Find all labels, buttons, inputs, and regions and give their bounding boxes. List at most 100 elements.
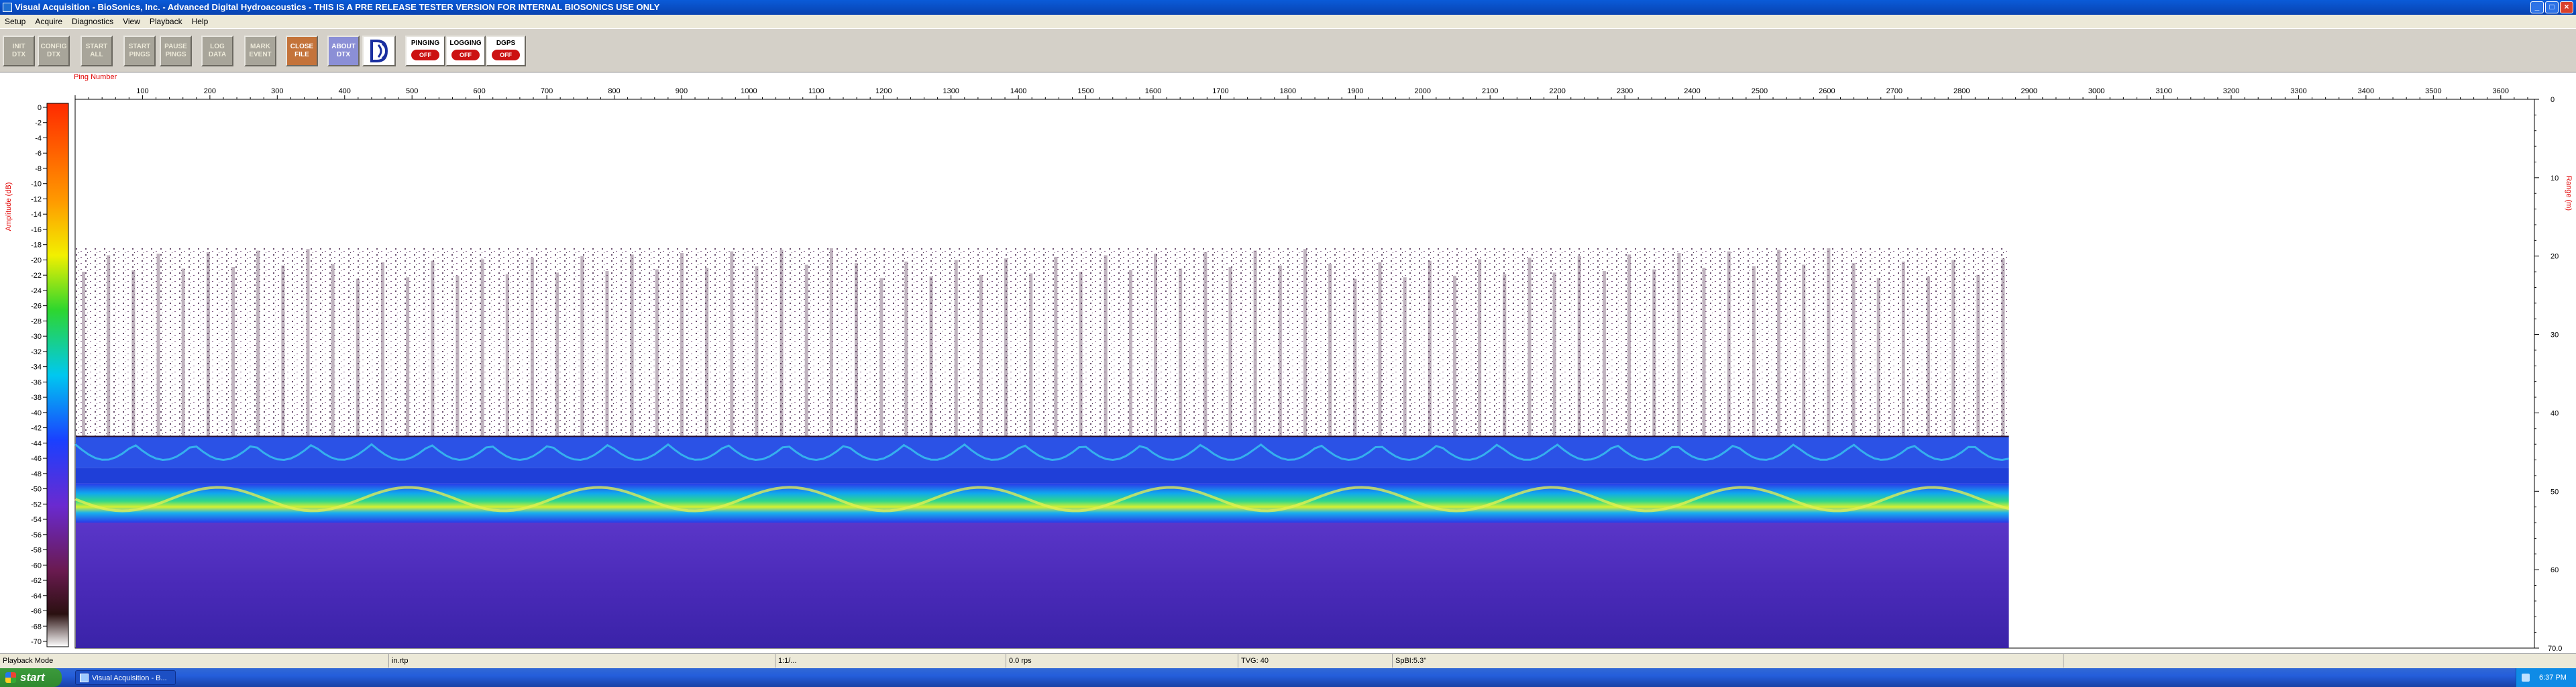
noise-streak xyxy=(1752,266,1756,437)
menu-playback[interactable]: Playback xyxy=(145,15,187,28)
menu-setup[interactable]: Setup xyxy=(0,15,30,28)
init-dtx-button[interactable]: INIT DTX xyxy=(3,36,35,66)
menu-view[interactable]: View xyxy=(118,15,145,28)
colorbar-tick-label: -2 xyxy=(35,119,42,127)
ping-tick-label: 2000 xyxy=(1415,87,1431,95)
noise-streak xyxy=(1627,254,1631,437)
menu-help[interactable]: Help xyxy=(187,15,213,28)
log-data-button[interactable]: LOG DATA xyxy=(201,36,233,66)
noise-streak xyxy=(929,276,933,437)
noise-streak xyxy=(1328,264,1332,437)
colorbar-tick-label: -30 xyxy=(31,333,42,341)
colorbar-tick-label: -52 xyxy=(31,500,42,509)
mark-event-button[interactable]: MARK EVENT xyxy=(244,36,276,66)
noise-streak xyxy=(131,270,136,437)
colorbar-tick-label: -22 xyxy=(31,272,42,280)
pinging-state: OFF xyxy=(411,50,439,60)
range-tick-label: 50 xyxy=(2551,488,2559,496)
status-tvg: TVG: 40 xyxy=(1238,654,1393,668)
deep-band xyxy=(76,523,2009,648)
x-axis-title: Ping Number xyxy=(74,73,117,81)
start-all-button[interactable]: START ALL xyxy=(80,36,113,66)
noise-streak xyxy=(1503,274,1507,437)
ping-tick-label: 1200 xyxy=(875,87,892,95)
noise-streak xyxy=(1851,263,1856,437)
mid-echo-band xyxy=(76,468,2009,484)
ping-tick-label: 200 xyxy=(204,87,216,95)
range-tick-label: 0 xyxy=(2551,96,2555,104)
ping-tick-label: 300 xyxy=(271,87,283,95)
noise-streak xyxy=(306,249,310,437)
config-dtx-button[interactable]: CONFIG DTX xyxy=(38,36,70,66)
dgps-label: DGPS xyxy=(496,40,516,47)
ping-tick-label: 400 xyxy=(339,87,351,95)
amplitude-colorbar xyxy=(46,103,69,647)
colorbar-tick-label: -16 xyxy=(31,226,42,234)
ping-tick-label: 3200 xyxy=(2223,87,2239,95)
colorbar-tick-label: -70 xyxy=(31,638,42,646)
pinging-indicator: PINGING OFF xyxy=(405,36,445,66)
close-window-button[interactable]: × xyxy=(2560,1,2573,13)
ping-tick-label: 700 xyxy=(541,87,553,95)
colorbar-tick-label: -66 xyxy=(31,608,42,616)
dgps-indicator: DGPS OFF xyxy=(486,36,526,66)
noise-streak xyxy=(331,264,335,437)
noise-streak xyxy=(82,272,86,437)
ping-tick-label: 2300 xyxy=(1617,87,1633,95)
noise-streak xyxy=(1428,260,1432,437)
colorbar-tick-label: -60 xyxy=(31,562,42,570)
noise-streak xyxy=(380,262,384,437)
noise-streak xyxy=(1403,277,1407,437)
colorbar-tick-label: -68 xyxy=(31,623,42,631)
maximize-button[interactable]: □ xyxy=(2545,1,2559,13)
start-pings-button[interactable]: START PINGS xyxy=(123,36,156,66)
noise-streak xyxy=(1602,270,1606,437)
ping-tick-label: 1600 xyxy=(1145,87,1161,95)
colorbar-tick-label: -62 xyxy=(31,577,42,585)
menu-acquire[interactable]: Acquire xyxy=(30,15,67,28)
noise-streak xyxy=(1253,250,1257,437)
noise-streak xyxy=(1303,249,1307,437)
ping-tick-label: 2700 xyxy=(1886,87,1902,95)
menu-diagnostics[interactable]: Diagnostics xyxy=(67,15,118,28)
noise-streak xyxy=(954,260,958,437)
noise-streak xyxy=(580,256,584,437)
ping-tick-label: 2500 xyxy=(1752,87,1768,95)
noise-streak xyxy=(1876,278,1880,437)
status-mode: Playback Mode xyxy=(0,654,389,668)
logging-label: LOGGING xyxy=(449,40,482,47)
colorbar-title: Amplitude (dB) xyxy=(5,182,13,231)
pause-pings-button[interactable]: PAUSE PINGS xyxy=(160,36,192,66)
taskbar: start Visual Acquisition - B... 6:37 PM xyxy=(0,668,2576,687)
noise-streak xyxy=(1452,275,1456,437)
range-tick-label: 40 xyxy=(2551,409,2559,417)
noise-streak xyxy=(256,250,260,437)
noise-streak xyxy=(356,278,360,437)
close-file-button[interactable]: CLOSE FILE xyxy=(286,36,318,66)
taskbar-app-label: Visual Acquisition - B... xyxy=(92,674,167,682)
ping-axis-ticks: 100 200 300 400 500 600 700 800 900 1000 1100 1200 1… xyxy=(74,87,2528,99)
status-file: in.rtp xyxy=(389,654,775,668)
range-axis-ticks: 0 10 20 30 40 50 60 70.0 xyxy=(2534,96,2562,653)
colorbar-tick-label: -26 xyxy=(31,303,42,311)
noise-streak xyxy=(680,253,684,437)
colorbar-ticks: 0 -2 -4 -6 -8 -10 -12 -14 -16 -18 -20 -22 -24 -26 -28 -… xyxy=(31,104,47,646)
about-dtx-button[interactable]: ABOUT DTX xyxy=(327,36,360,66)
noise-streak xyxy=(855,263,859,437)
colorbar-tick-label: -20 xyxy=(31,256,42,264)
noise-streak xyxy=(605,270,609,437)
noise-streak xyxy=(780,250,784,437)
minimize-button[interactable]: _ xyxy=(2530,1,2544,13)
ping-tick-label: 2100 xyxy=(1482,87,1498,95)
noise-streak xyxy=(1901,261,1905,437)
start-button[interactable]: start xyxy=(0,668,62,687)
taskbar-app-button[interactable]: Visual Acquisition - B... xyxy=(75,670,176,685)
dgps-state: OFF xyxy=(492,50,520,60)
colorbar-tick-label: -6 xyxy=(35,150,42,158)
colorbar-tick-label: -32 xyxy=(31,348,42,356)
noise-streak xyxy=(1577,256,1581,437)
colorbar-tick-label: -44 xyxy=(31,439,42,447)
noise-streak xyxy=(107,255,111,437)
ping-tick-label: 600 xyxy=(473,87,485,95)
colorbar-tick-label: -54 xyxy=(31,516,42,524)
